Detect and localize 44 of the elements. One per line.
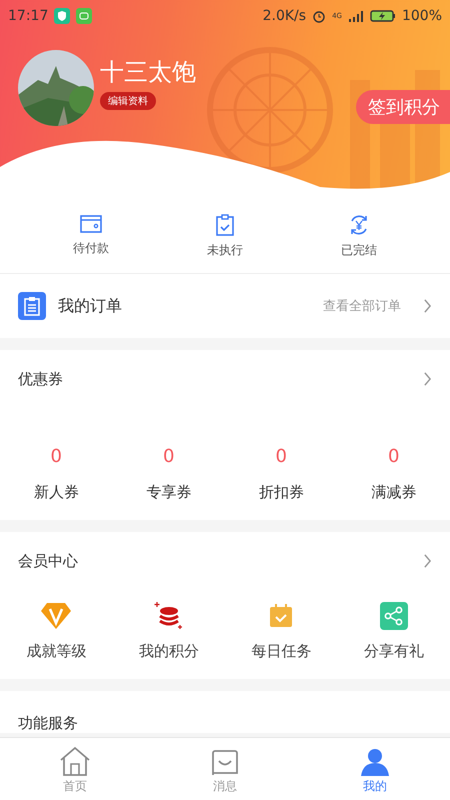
tab-bar-item[interactable]: 我的 <box>300 738 450 800</box>
diamond-icon <box>40 602 72 630</box>
clipboard-check-icon <box>216 214 234 236</box>
orders-clipboard-icon <box>18 292 46 320</box>
battery-percent: 100% <box>402 8 442 24</box>
coin-stack-icon <box>154 601 184 631</box>
section-title: 功能服务 <box>18 714 79 733</box>
coupon-count: 0 <box>50 446 62 467</box>
order-status-link[interactable]: 待付款 <box>73 240 109 257</box>
member-item-label[interactable]: 分享有礼 <box>364 642 424 661</box>
member-item-label[interactable]: 我的积分 <box>138 642 199 661</box>
user-icon <box>361 748 389 776</box>
robot-icon <box>76 8 92 24</box>
section-title: 会员中心 <box>18 552 79 570</box>
section-title: 优惠券 <box>18 370 64 388</box>
order-status-link[interactable]: 已完结 <box>341 242 377 259</box>
coupon-label[interactable]: 专享券 <box>146 483 192 502</box>
user-name: 十三太饱 <box>100 57 196 88</box>
coupon-count: 0 <box>163 446 174 467</box>
smiley-message-icon <box>210 750 240 776</box>
wallet-icon <box>80 214 102 234</box>
yuan-refresh-icon <box>348 214 370 236</box>
shield-icon <box>54 8 70 24</box>
edit-profile-button[interactable]: 编辑资料 <box>100 92 156 110</box>
home-icon <box>59 746 91 776</box>
chevron-right-icon <box>423 372 432 386</box>
coupon-count: 0 <box>276 446 287 467</box>
coupon-count: 0 <box>388 446 400 467</box>
chevron-right-icon <box>423 299 432 313</box>
member-item-label[interactable]: 每日任务 <box>251 642 312 661</box>
coupon-label[interactable]: 新人券 <box>34 483 79 502</box>
member-item-label[interactable]: 成就等级 <box>26 642 86 661</box>
calendar-check-icon <box>269 604 294 628</box>
status-time: 17:17 <box>8 8 48 24</box>
my-orders-title: 我的订单 <box>58 296 123 316</box>
signal-icon <box>348 10 364 22</box>
share-icon <box>380 602 408 630</box>
battery-icon <box>370 10 396 22</box>
alarm-icon <box>312 9 326 23</box>
order-status-link[interactable]: 未执行 <box>207 242 243 259</box>
network-speed: 2.0K/s <box>262 8 306 24</box>
chevron-right-icon <box>423 554 432 568</box>
coupon-label[interactable]: 满减券 <box>371 483 416 502</box>
coupon-label[interactable]: 折扣券 <box>258 483 304 502</box>
